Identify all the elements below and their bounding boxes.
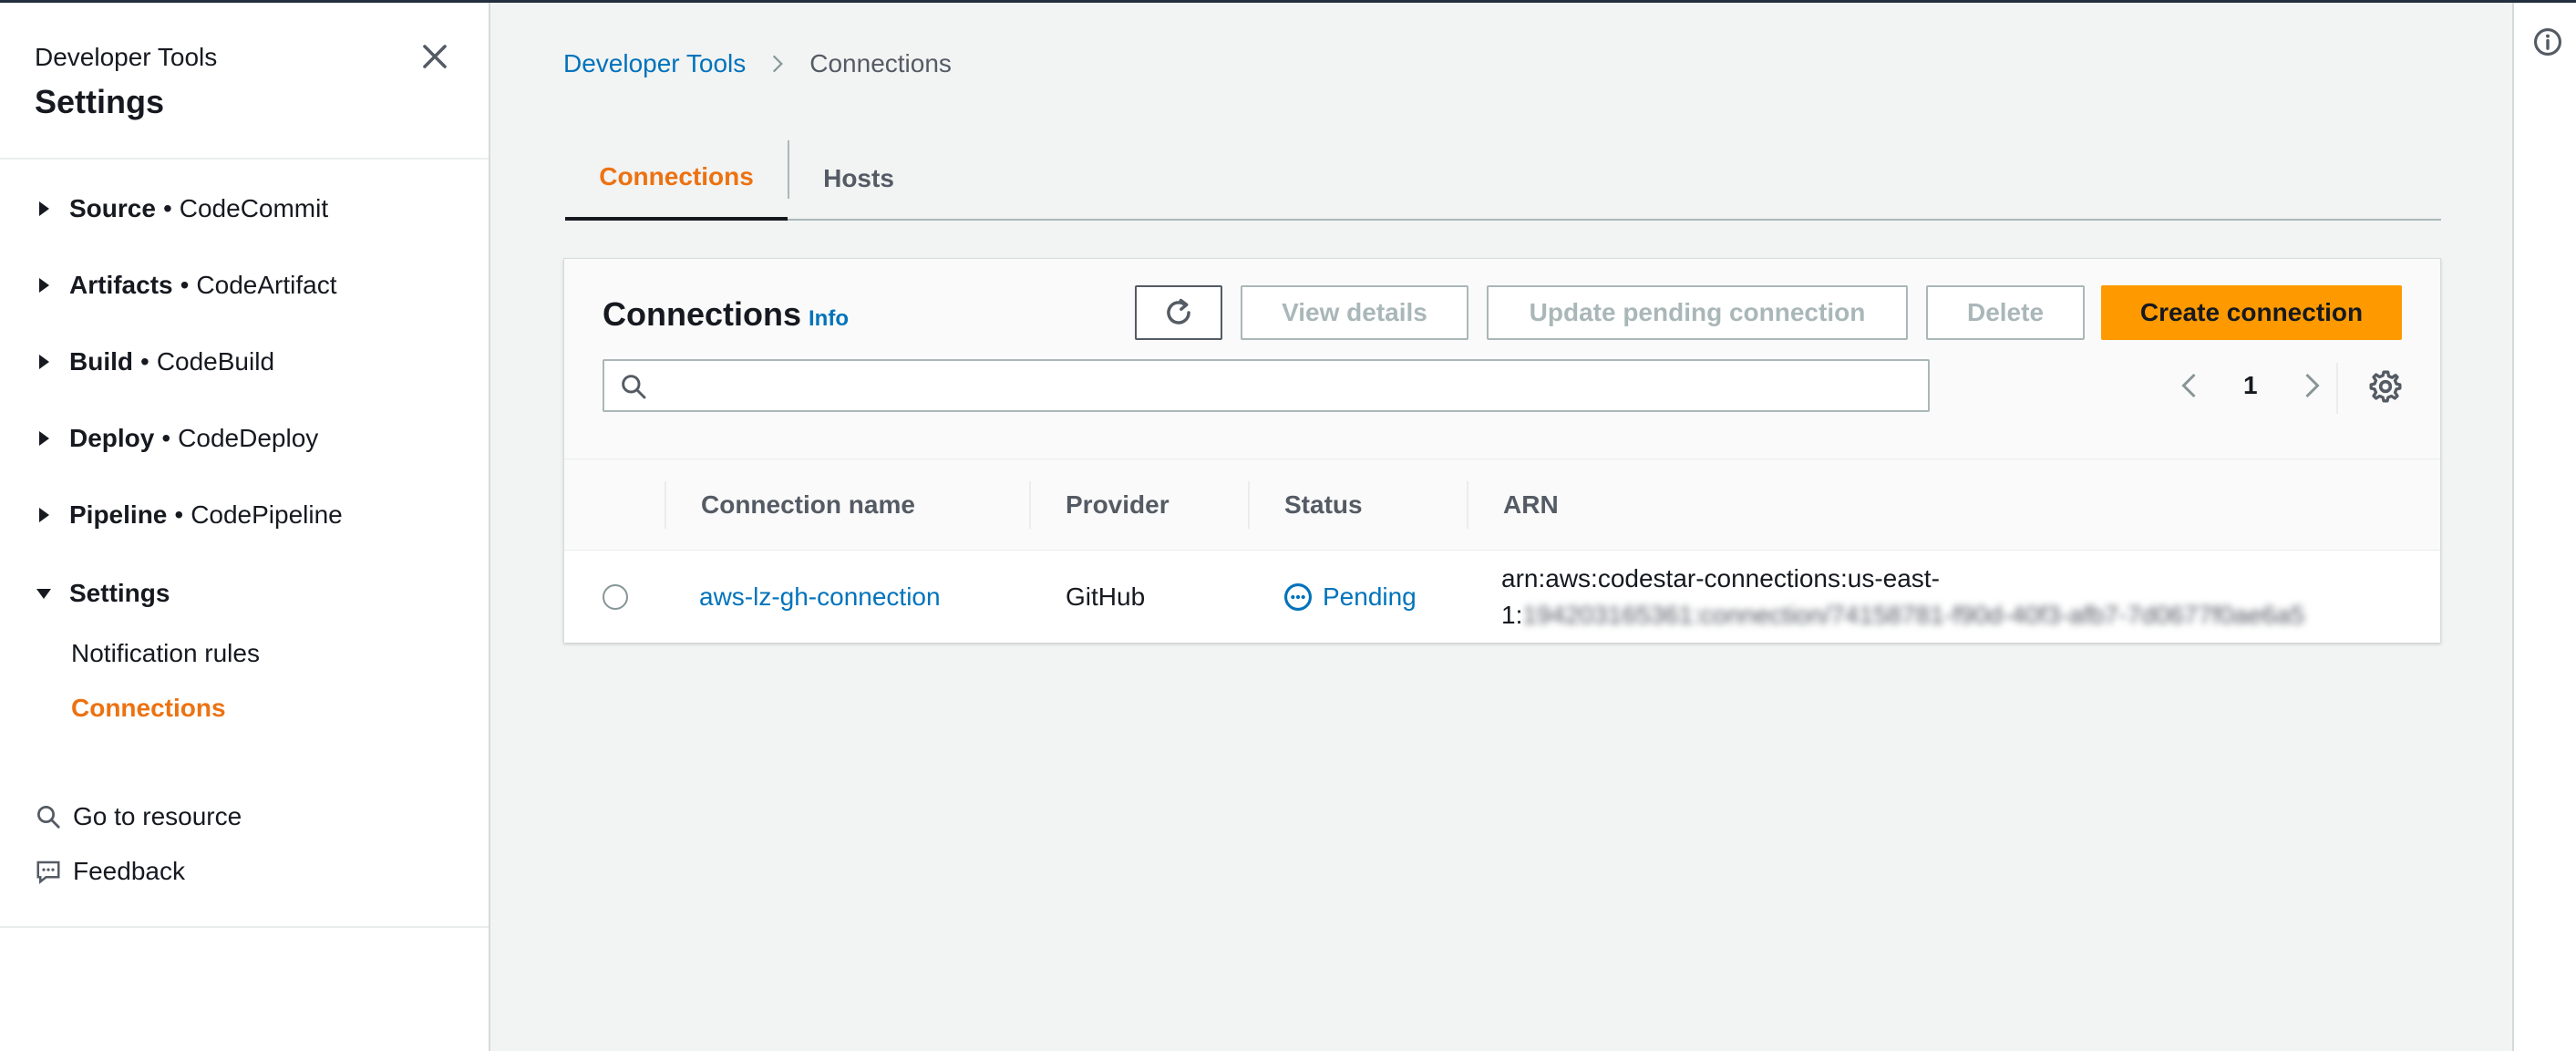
refresh-button[interactable]: [1135, 285, 1222, 340]
sidebar-item-build[interactable]: Build • CodeBuild: [33, 344, 274, 380]
divider: [2336, 363, 2338, 414]
column-header-arn[interactable]: ARN: [1503, 459, 1559, 551]
sidebar-item-label: Settings: [69, 579, 170, 607]
status-text: Pending: [1323, 582, 1417, 611]
sidebar-item-label: Source: [69, 194, 156, 222]
status-badge: Pending: [1283, 582, 1417, 613]
sidebar-item-pipeline[interactable]: Pipeline • CodePipeline: [33, 497, 343, 533]
view-details-button[interactable]: View details: [1241, 285, 1468, 340]
sidebar-link-connections[interactable]: Connections: [71, 694, 226, 723]
caret-right-icon: [39, 278, 49, 293]
sidebar-item-label: Deploy: [69, 424, 155, 452]
table-row: aws-lz-gh-connection GitHub Pending arn:…: [564, 551, 2440, 643]
caret-down-icon: [36, 589, 51, 599]
search-icon: [37, 806, 60, 829]
status-cell: Pending: [1283, 551, 1417, 643]
pagination: 1: [2174, 363, 2327, 408]
sidebar-item-service: CodeArtifact: [196, 271, 337, 299]
search-icon: [622, 375, 646, 399]
side-navigation: Developer Tools Settings Source • CodeComm…: [0, 3, 490, 1051]
refresh-icon: [1167, 298, 1190, 325]
gear-icon[interactable]: [2367, 368, 2404, 405]
search-field[interactable]: [603, 359, 1930, 412]
sidebar-link-notification-rules[interactable]: Notification rules: [71, 639, 260, 668]
arn-value: arn:aws:codestar-connections:us-east- 1:…: [1501, 561, 2304, 634]
column-header-connection-name[interactable]: Connection name: [701, 459, 915, 551]
update-pending-connection-button[interactable]: Update pending connection: [1487, 285, 1908, 340]
column-divider: [1029, 481, 1031, 529]
arn-line-1: arn:aws:codestar-connections:us-east-: [1501, 564, 1940, 592]
sidebar-item-deploy[interactable]: Deploy • CodeDeploy: [33, 420, 318, 457]
breadcrumb-developer-tools[interactable]: Developer Tools: [563, 49, 746, 78]
sidebar-subtitle: Developer Tools: [35, 43, 218, 71]
column-divider: [1248, 481, 1250, 529]
panel-title-text: Connections: [603, 295, 802, 333]
provider-cell: GitHub: [1066, 582, 1146, 611]
feedback-icon: [36, 860, 60, 884]
row-radio[interactable]: [603, 584, 628, 610]
arn-prefix: 1:: [1501, 601, 1523, 629]
close-icon[interactable]: [417, 39, 452, 74]
tab-hosts[interactable]: Hosts: [789, 137, 928, 221]
sidebar-item-label: Artifacts: [69, 271, 173, 299]
sidebar-item-label: Build: [69, 347, 133, 376]
delete-button[interactable]: Delete: [1926, 285, 2085, 340]
arn-redacted: 194203165361:connection/74158781-f90d-40…: [1522, 601, 2305, 629]
sidebar-header: Developer Tools Settings: [0, 3, 489, 160]
info-icon[interactable]: [2532, 26, 2563, 57]
caret-right-icon: [39, 355, 49, 369]
sidebar-item-artifacts[interactable]: Artifacts • CodeArtifact: [33, 267, 336, 304]
panel-header: Connections Info View details Update pend…: [564, 259, 2440, 459]
go-to-resource-label: Go to resource: [73, 802, 242, 830]
tab-connections[interactable]: Connections: [565, 137, 788, 221]
caret-right-icon: [39, 508, 49, 522]
caret-right-icon: [39, 431, 49, 446]
tools-panel-rail: [2512, 3, 2576, 1051]
sidebar-item-service: CodeBuild: [156, 347, 275, 376]
chevron-right-icon[interactable]: [2294, 369, 2327, 402]
pending-icon: [1283, 582, 1313, 612]
sidebar-title: Settings: [35, 83, 165, 120]
tab-bar: Connections Hosts: [565, 137, 2441, 221]
info-link[interactable]: Info: [809, 306, 849, 331]
go-to-resource-link[interactable]: Go to resource: [35, 799, 242, 835]
column-divider: [1467, 481, 1468, 529]
arn-cell: arn:aws:codestar-connections:us-east- 1:…: [1501, 551, 2304, 643]
divider: [0, 926, 489, 928]
connections-table-panel: Connections Info View details Update pend…: [563, 258, 2441, 643]
sidebar-item-settings[interactable]: Settings: [33, 575, 170, 612]
column-divider: [665, 481, 666, 529]
arn-line-2: 1:194203165361:connection/74158781-f90d-…: [1501, 597, 2304, 634]
sidebar-item-service: CodeCommit: [179, 194, 329, 222]
sidebar-item-label: Pipeline: [69, 500, 168, 529]
sidebar-item-service: CodeDeploy: [178, 424, 319, 452]
feedback-label: Feedback: [73, 857, 185, 885]
connection-name-cell: aws-lz-gh-connection: [699, 551, 941, 643]
breadcrumb: Developer Tools Connections: [563, 49, 952, 78]
search-input[interactable]: [659, 365, 1917, 407]
row-select-cell: [603, 551, 628, 643]
chevron-right-icon: [773, 55, 784, 73]
sidebar-item-source[interactable]: Source • CodeCommit: [33, 191, 328, 227]
column-header-status[interactable]: Status: [1284, 459, 1363, 551]
caret-right-icon: [39, 201, 49, 216]
create-connection-button[interactable]: Create connection: [2101, 285, 2402, 340]
feedback-link[interactable]: Feedback: [35, 853, 185, 890]
column-header-provider[interactable]: Provider: [1066, 459, 1170, 551]
page-number[interactable]: 1: [2243, 371, 2258, 400]
sidebar-item-service: CodePipeline: [191, 500, 343, 529]
panel-title: Connections Info: [603, 295, 849, 334]
connection-name-link[interactable]: aws-lz-gh-connection: [699, 582, 941, 612]
table-header: Connection name Provider Status ARN: [564, 459, 2440, 551]
breadcrumb-current: Connections: [809, 49, 952, 77]
chevron-left-icon[interactable]: [2174, 369, 2207, 402]
